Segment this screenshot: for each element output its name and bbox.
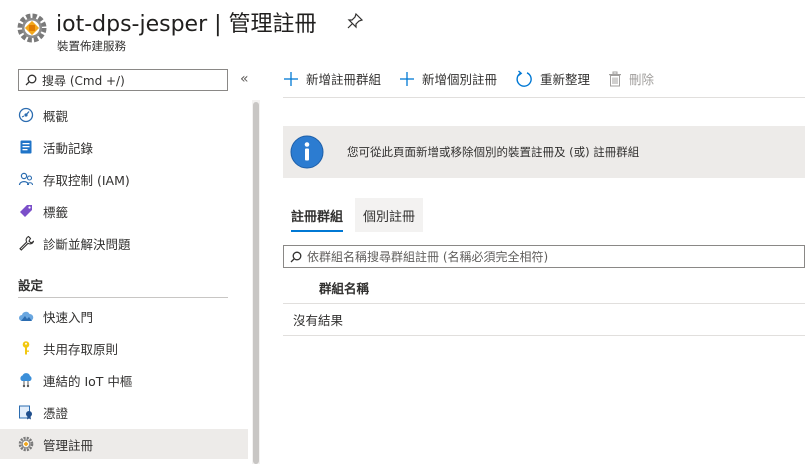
sidebar-item-linked-iot-hubs[interactable]: 連結的 IoT 中樞 [0, 365, 248, 395]
page-subtitle: 裝置佈建服務 [57, 39, 126, 53]
key-icon [18, 340, 34, 356]
table-empty-row: 沒有結果 [283, 304, 805, 336]
group-search-input[interactable]: 依群組名稱搜尋群組註冊 (名稱必須完全相符) [283, 245, 805, 268]
info-icon [290, 135, 324, 169]
plus-icon [284, 71, 298, 86]
refresh-icon [516, 69, 532, 87]
tag-icon [18, 203, 34, 219]
search-icon [290, 251, 302, 262]
menu-search-input[interactable]: 搜尋 (Cmd +/) [18, 69, 228, 91]
menu-search-placeholder: 搜尋 (Cmd +/) [42, 73, 125, 88]
cloud-quickstart-icon [18, 308, 34, 324]
sidebar-item-quickstart[interactable]: 快速入門 [0, 301, 248, 331]
section-divider [18, 297, 228, 298]
info-banner: 您可從此頁面新增或移除個別的裝置註冊及 (或) 註冊群組 [283, 126, 805, 178]
activity-log-icon [18, 139, 34, 155]
wrench-icon [18, 235, 34, 251]
tab-enrollment-groups[interactable]: 註冊群組 [283, 198, 351, 232]
tab-individual-enrollments[interactable]: 個別註冊 [355, 198, 424, 232]
sidebar-item-manage-enrollments[interactable]: 管理註冊 [0, 429, 248, 459]
certificate-icon [18, 404, 34, 420]
enrollment-tabs: 註冊群組 個別註冊 [283, 198, 424, 232]
search-icon [25, 74, 37, 86]
page-header: iot-dps-jesper | 管理註冊 裝置佈建服務 [0, 0, 805, 60]
dps-gear-icon [17, 13, 47, 43]
gear-icon [18, 436, 34, 452]
iam-icon [18, 171, 34, 187]
menu-scrollbar-thumb[interactable] [253, 102, 259, 464]
sidebar-item-shared-access[interactable]: 共用存取原則 [0, 333, 248, 363]
sidebar-item-overview[interactable]: 概觀 [0, 100, 248, 130]
collapse-menu-icon[interactable]: « [240, 71, 249, 87]
group-search-placeholder: 依群組名稱搜尋群組註冊 (名稱必須完全相符) [307, 250, 549, 264]
column-header-group-name[interactable]: 群組名稱 [283, 272, 805, 304]
sidebar-item-iam[interactable]: 存取控制 (IAM) [0, 164, 248, 194]
add-individual-enrollment-button[interactable]: 新增個別註冊 [399, 69, 497, 88]
info-message: 您可從此頁面新增或移除個別的裝置註冊及 (或) 註冊群組 [347, 145, 640, 159]
iot-hub-icon [18, 372, 34, 388]
pin-icon[interactable] [346, 12, 364, 30]
page-title: iot-dps-jesper | 管理註冊 [56, 12, 317, 37]
sidebar-item-tags[interactable]: 標籤 [0, 196, 248, 226]
command-bar: 新增註冊群組 新增個別註冊 重新整理 刪除 [283, 60, 805, 98]
refresh-button[interactable]: 重新整理 [515, 69, 590, 88]
add-enrollment-group-button[interactable]: 新增註冊群組 [283, 69, 381, 88]
sidebar-item-diagnose[interactable]: 診斷並解決問題 [0, 228, 248, 258]
settings-section-title: 設定 [18, 278, 44, 293]
sidebar-item-certificates[interactable]: 憑證 [0, 397, 248, 427]
overview-icon [18, 107, 34, 123]
plus-icon [400, 71, 415, 86]
resource-menu: 搜尋 (Cmd +/) « 概觀 活動記錄 存取控制 (IAM) 標籤 診斷並解… [0, 60, 249, 464]
trash-icon [609, 71, 622, 86]
sidebar-item-activity-log[interactable]: 活動記錄 [0, 132, 248, 162]
delete-button[interactable]: 刪除 [608, 69, 654, 88]
